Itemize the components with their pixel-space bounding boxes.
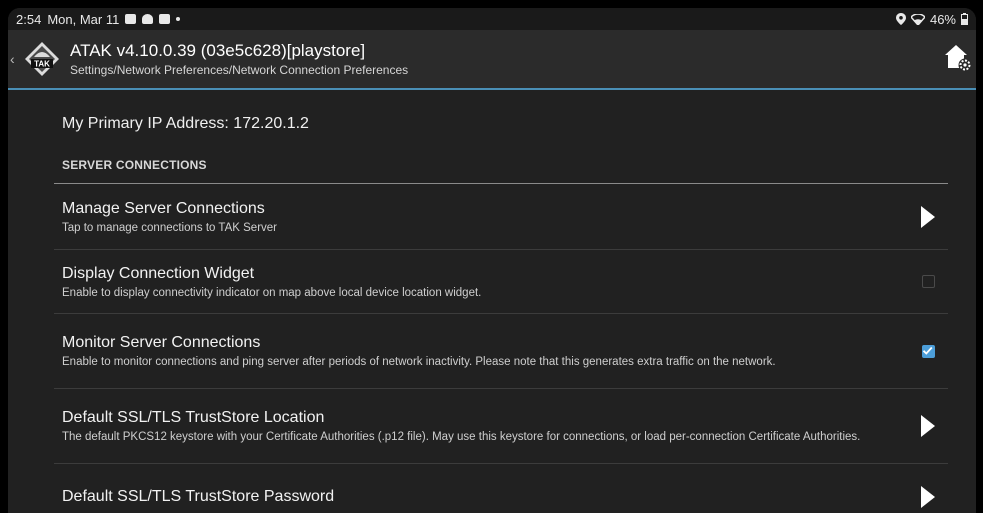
app-title: ATAK v4.10.0.39 (03e5c628)[playstore] — [70, 40, 366, 60]
status-date: Mon, Mar 11 — [47, 11, 120, 27]
pref-summary: Enable to monitor connections and ping s… — [62, 356, 776, 368]
wifi-icon — [910, 13, 925, 25]
monitor-connections-checkbox[interactable] — [921, 344, 935, 358]
pref-summary: Enable to display connectivity indicator… — [62, 286, 482, 299]
pref-manage-server-connections[interactable]: Manage Server Connections Tap to manage … — [54, 184, 948, 250]
primary-ip-address: My Primary IP Address: 172.20.1.2 — [62, 115, 309, 132]
arrow-right-icon[interactable] — [921, 415, 935, 437]
image-notification-icon — [125, 14, 137, 24]
pref-title: Monitor Server Connections — [62, 334, 261, 351]
more-notifications-icon — [176, 17, 181, 21]
back-chevron-icon[interactable]: ‹ — [10, 51, 20, 67]
pref-title: Display Connection Widget — [62, 264, 255, 282]
pref-summary: Tap to manage connections to TAK Server — [62, 221, 278, 234]
arrow-right-icon[interactable] — [921, 205, 935, 228]
pref-display-connection-widget[interactable]: Display Connection Widget Enable to disp… — [54, 250, 948, 314]
battery-icon — [961, 13, 968, 25]
tak-logo-icon[interactable]: TAK — [22, 39, 62, 79]
pref-default-truststore-location[interactable]: Default SSL/TLS TrustStore Location The … — [54, 389, 948, 464]
pref-summary: The default PKCS12 keystore with your Ce… — [62, 431, 861, 443]
checkbox-notification-icon — [159, 14, 171, 24]
location-icon — [895, 13, 906, 25]
pref-default-truststore-password[interactable]: Default SSL/TLS TrustStore Password — [54, 464, 948, 513]
breadcrumb: Settings/Network Preferences/Network Con… — [70, 62, 409, 77]
home-settings-icon — [945, 45, 972, 72]
status-time: 2:54 — [16, 11, 42, 27]
checkmark-icon — [922, 346, 933, 355]
home-settings-button[interactable] — [944, 43, 972, 73]
status-bar: 2:54 Mon, Mar 11 46% — [8, 8, 976, 30]
pref-monitor-server-connections[interactable]: Monitor Server Connections Enable to mon… — [54, 314, 948, 389]
pref-title: Default SSL/TLS TrustStore Location — [62, 409, 325, 426]
arrow-right-icon[interactable] — [921, 486, 935, 508]
display-widget-checkbox[interactable] — [921, 275, 935, 288]
battery-percent: 46% — [929, 11, 956, 27]
action-bar: ‹ TAK ATAK v4.10.0.39 (03e5c628)[playsto… — [8, 30, 976, 90]
pref-title: Default SSL/TLS TrustStore Password — [62, 488, 335, 505]
category-server-connections: SERVER CONNECTIONS — [54, 158, 948, 184]
pref-title: Manage Server Connections — [62, 199, 265, 217]
app-notification-icon — [142, 14, 154, 24]
preference-list: My Primary IP Address: 172.20.1.2 SERVER… — [8, 90, 976, 513]
device-screen: 2:54 Mon, Mar 11 46% ‹ TAK ATAK v4.10.0.… — [8, 8, 976, 513]
svg-text:TAK: TAK — [34, 60, 50, 69]
